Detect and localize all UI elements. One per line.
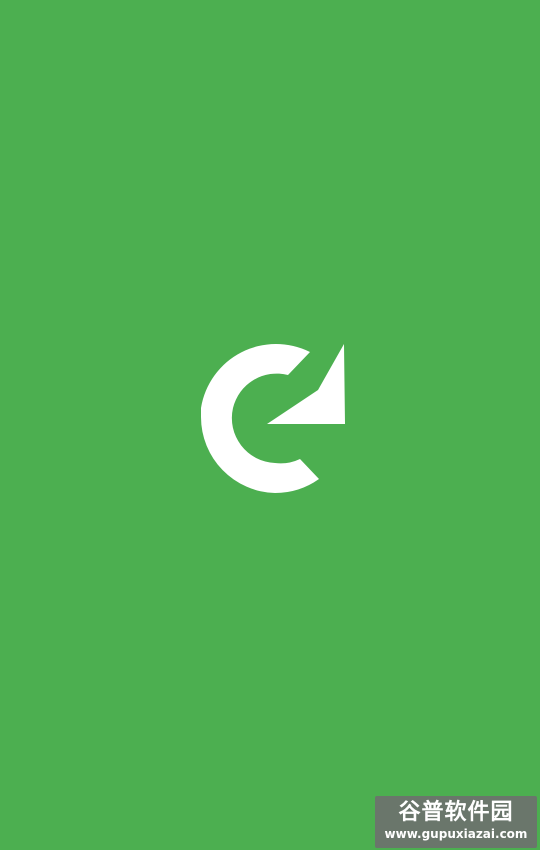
watermark: 谷普软件园 www.gupuxiazai.com bbox=[375, 796, 537, 848]
refresh-button[interactable] bbox=[188, 338, 353, 513]
splash-screen: 谷普软件园 www.gupuxiazai.com bbox=[0, 0, 540, 850]
watermark-logo: 谷普软件园 bbox=[398, 800, 514, 825]
refresh-icon bbox=[201, 343, 345, 493]
watermark-url: www.gupuxiazai.com bbox=[384, 827, 528, 841]
